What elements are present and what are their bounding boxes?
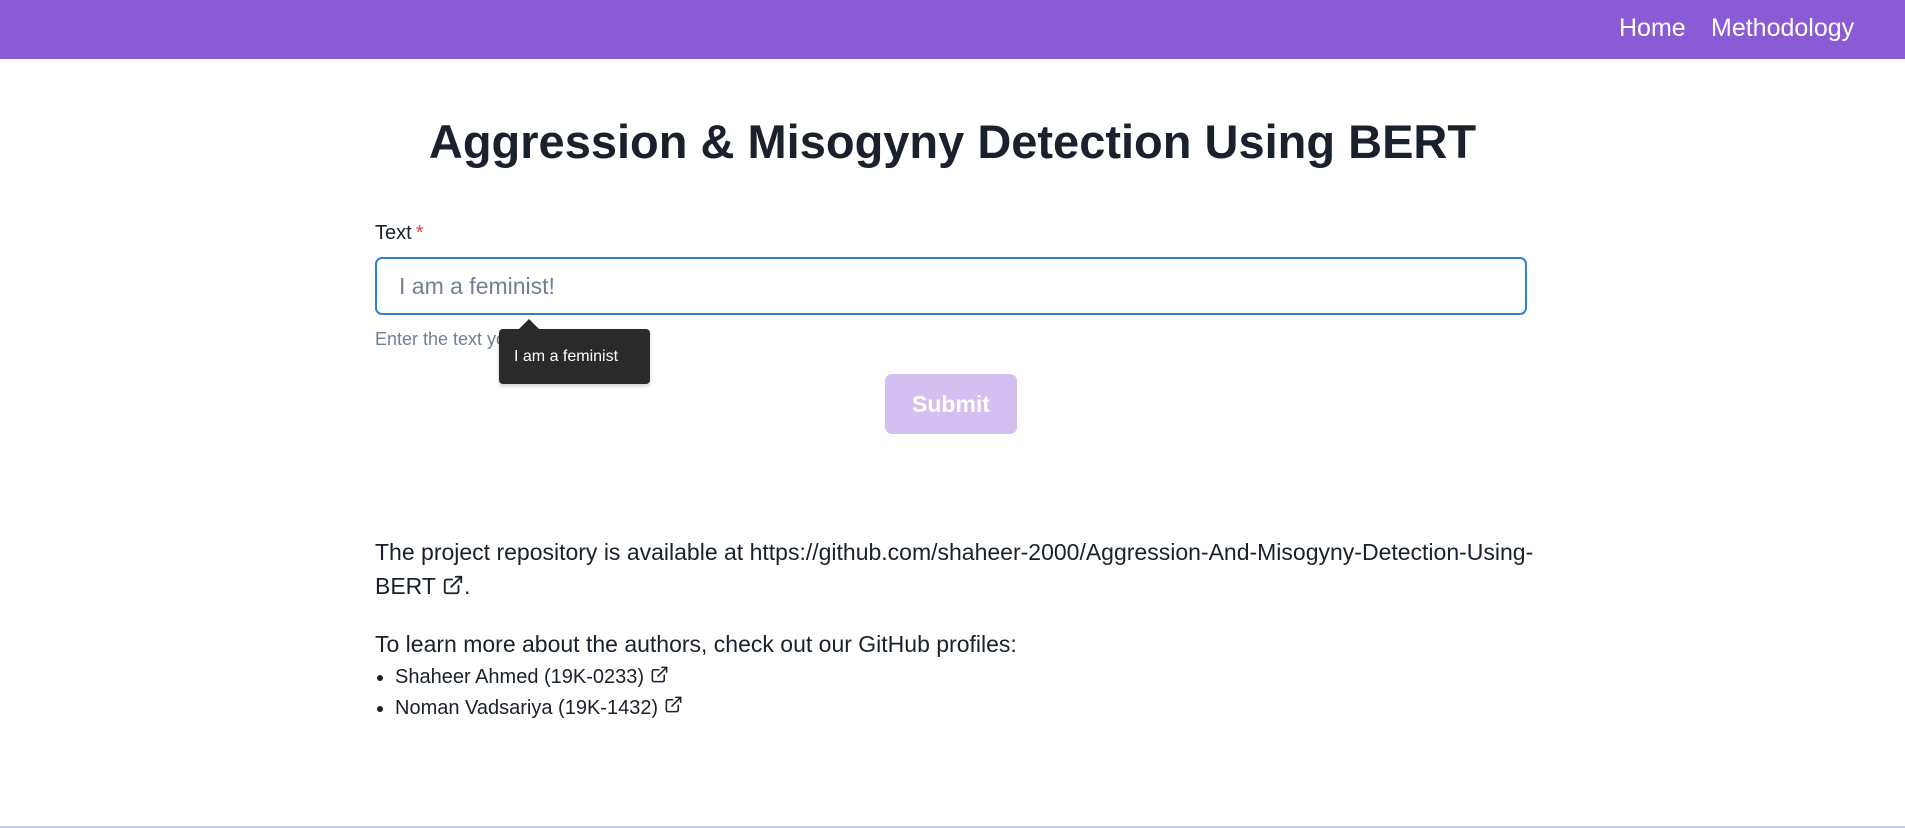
authors-intro: To learn more about the authors, check o… (375, 631, 1017, 657)
author-link-shaheer[interactable]: Shaheer Ahmed (19K-0233) (395, 666, 669, 688)
external-link-icon (442, 571, 464, 605)
list-item: Noman Vadsariya (19K-1432) (395, 693, 683, 724)
submit-button[interactable]: Submit (885, 374, 1017, 434)
tooltip-arrow (519, 319, 539, 329)
external-link-icon (650, 663, 669, 693)
repo-text: The project repository is available at (375, 539, 750, 565)
required-indicator: * (415, 222, 424, 244)
list-item: Shaheer Ahmed (19K-0233) (395, 662, 683, 693)
author-name: Shaheer Ahmed (19K-0233) (395, 666, 645, 688)
text-field-label-text: Text (375, 222, 412, 244)
nav-link-methodology[interactable]: Methodology (1711, 12, 1854, 44)
top-navbar: Home Methodology (0, 0, 1905, 59)
authors-list: Shaheer Ahmed (19K-0233) Noman Vadsariya… (375, 662, 683, 723)
nav-link-home[interactable]: Home (1619, 12, 1686, 44)
text-field-label: Text * (375, 220, 423, 246)
repo-paragraph: The project repository is available at h… (375, 535, 1535, 605)
page-title: Aggression & Misogyny Detection Using BE… (428, 115, 1477, 168)
input-tooltip: I am a feminist (499, 329, 650, 384)
text-input[interactable] (375, 257, 1527, 315)
external-link-icon (664, 693, 683, 723)
text-field-helper: Enter the text yo (375, 329, 507, 349)
author-name: Noman Vadsariya (19K-1432) (395, 696, 659, 719)
repo-suffix: . (463, 573, 471, 599)
author-link-noman[interactable]: Noman Vadsariya (19K-1432) (395, 697, 683, 719)
